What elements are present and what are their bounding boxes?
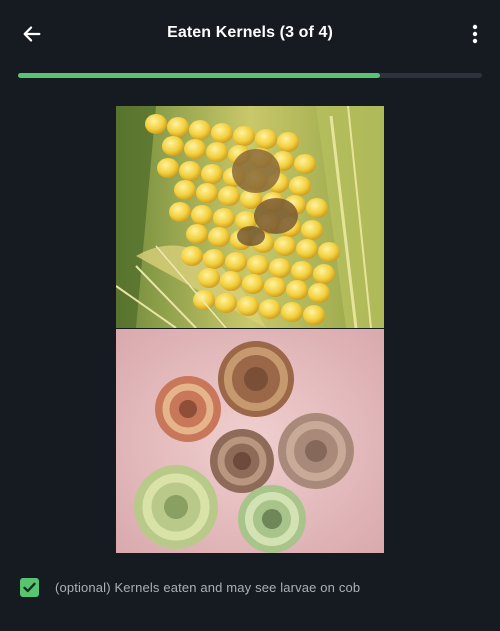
app-bar: Eaten Kernels (3 of 4) <box>0 0 500 68</box>
corn-kernel <box>225 252 247 272</box>
corn-kernel <box>181 246 203 266</box>
checkmark-icon <box>23 582 36 592</box>
corn-kernel <box>186 224 208 244</box>
corn-kernel <box>296 239 318 259</box>
corn-kernel <box>218 186 240 206</box>
corn-kernel <box>237 296 259 316</box>
corn-kernel <box>179 161 201 181</box>
corn-kernel <box>318 242 340 262</box>
corn-kernel <box>206 142 228 162</box>
corn-kernel <box>220 271 242 291</box>
observation-checkbox[interactable] <box>20 577 39 597</box>
corn-kernel <box>169 202 191 222</box>
reference-photo <box>116 106 384 553</box>
corn-kernel <box>289 176 311 196</box>
more-vertical-icon <box>472 24 478 44</box>
page-title: Eaten Kernels (3 of 4) <box>167 24 333 41</box>
progress-bar <box>18 73 482 78</box>
corn-kernel <box>184 139 206 159</box>
corn-kernel <box>277 132 299 152</box>
corn-kernel <box>157 158 179 178</box>
corn-kernel <box>294 154 316 174</box>
corn-kernel <box>215 293 237 313</box>
corn-kernel <box>198 268 220 288</box>
corn-kernel <box>264 277 286 297</box>
corn-kernel <box>286 280 308 300</box>
corn-kernel <box>213 208 235 228</box>
larvae-image <box>116 329 384 553</box>
corn-kernel <box>303 305 325 325</box>
corn-kernel <box>269 258 291 278</box>
corn-kernel <box>167 117 189 137</box>
progress-fill <box>18 73 380 78</box>
corn-kernel <box>196 183 218 203</box>
observation-label: (optional) Kernels eaten and may see lar… <box>55 579 361 595</box>
corn-kernel <box>211 123 233 143</box>
corn-kernel <box>247 255 269 275</box>
corn-kernel <box>191 205 213 225</box>
overflow-menu-button[interactable] <box>464 20 486 48</box>
corn-kernel <box>291 261 313 281</box>
corn-kernel <box>281 302 303 322</box>
corn-kernel <box>308 283 330 303</box>
corn-kernel <box>203 249 225 269</box>
corn-kernel <box>233 126 255 146</box>
corn-kernel <box>201 164 223 184</box>
corn-kernel <box>259 299 281 319</box>
corn-kernel <box>301 220 323 240</box>
corn-kernel <box>145 114 167 134</box>
corn-kernel <box>274 236 296 256</box>
corn-kernel <box>242 274 264 294</box>
corn-kernel <box>189 120 211 140</box>
corn-kernel <box>174 180 196 200</box>
corn-kernel <box>313 264 335 284</box>
corn-kernel <box>255 129 277 149</box>
corn-kernel <box>208 227 230 247</box>
corn-kernel <box>306 198 328 218</box>
corn-ear-image <box>116 106 384 328</box>
optional-observation-option[interactable]: (optional) Kernels eaten and may see lar… <box>20 576 360 598</box>
corn-kernel <box>162 136 184 156</box>
